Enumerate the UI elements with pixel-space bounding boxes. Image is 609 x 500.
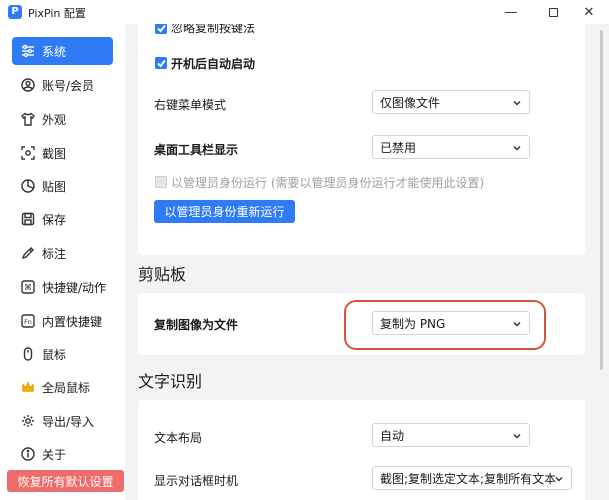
- restart-as-admin-button[interactable]: 以管理员身份重新运行: [154, 200, 295, 223]
- checkmark-icon: [156, 24, 166, 32]
- show-dialog-label: 显示对话框时机: [154, 474, 239, 488]
- sidebar-item-mouse[interactable]: 鼠标: [12, 340, 113, 368]
- sliders-icon: [20, 43, 36, 59]
- sidebar-item-appearance[interactable]: 外观: [12, 105, 113, 133]
- window-title: PixPin 配置: [28, 7, 86, 20]
- ignore-copy-key-checkbox[interactable]: [155, 24, 167, 34]
- ocr-card: 文本布局 自动 显示对话框时机 截图;复制选定文本;复制所有文本: [138, 400, 585, 500]
- crown-icon: [20, 379, 36, 395]
- system-settings-card: 忽略复制按键法 开机后自动启动 右键菜单模式 仅图像文件 桌面工具栏显示 已禁用…: [138, 24, 585, 255]
- shirt-icon: [20, 111, 36, 127]
- text-layout-select[interactable]: 自动: [372, 423, 530, 447]
- sidebar-item-builtin-hotkeys[interactable]: Fn 内置快捷键: [12, 307, 113, 335]
- desktop-toolbar-label: 桌面工具栏显示: [154, 143, 239, 157]
- autostart-label: 开机后自动启动: [171, 57, 256, 71]
- sidebar-item-label: 外观: [42, 112, 67, 127]
- settings-window: P PixPin 配置 — ✕ 系统 账号/会员 外观 截图 贴图 保存 标注 …: [0, 0, 609, 500]
- close-button[interactable]: ✕: [569, 0, 609, 24]
- sidebar-item-label: 关于: [42, 447, 67, 462]
- title-bar: P PixPin 配置 — ✕: [0, 0, 609, 24]
- show-dialog-select[interactable]: 截图;复制选定文本;复制所有文本: [372, 466, 572, 490]
- gear-export-icon: [20, 413, 36, 429]
- info-icon: [20, 446, 36, 462]
- settings-content: 忽略复制按键法 开机后自动启动 右键菜单模式 仅图像文件 桌面工具栏显示 已禁用…: [125, 24, 609, 500]
- sidebar-item-annotate[interactable]: 标注: [12, 239, 113, 267]
- mouse-icon: [20, 346, 36, 362]
- chevron-down-icon: [511, 430, 523, 442]
- ocr-section-title: 文字识别: [138, 372, 203, 391]
- highlight-annotation: [344, 300, 546, 350]
- context-menu-label: 右键菜单模式: [154, 98, 227, 112]
- sidebar-item-system[interactable]: 系统: [12, 37, 113, 65]
- screenshot-icon: [20, 145, 36, 161]
- desktop-toolbar-value: 已禁用: [380, 140, 417, 155]
- sidebar-item-save[interactable]: 保存: [12, 205, 113, 233]
- sidebar-item-account[interactable]: 账号/会员: [12, 71, 113, 99]
- chevron-down-icon: [511, 97, 523, 109]
- chevron-down-icon: [553, 473, 565, 485]
- svg-text:Fn: Fn: [24, 318, 32, 326]
- pin-image-icon: [20, 178, 36, 194]
- context-menu-select[interactable]: 仅图像文件: [372, 90, 530, 114]
- sidebar-item-export-import[interactable]: 导出/导入: [12, 407, 113, 435]
- sidebar-item-label: 快捷键/动作: [42, 280, 107, 295]
- sidebar-item-label: 导出/导入: [42, 414, 95, 429]
- sidebar-item-label: 账号/会员: [42, 78, 95, 93]
- sidebar-item-label: 鼠标: [42, 347, 67, 362]
- run-as-admin-checkbox: [155, 176, 167, 188]
- text-layout-label: 文本布局: [154, 431, 203, 445]
- copy-image-label: 复制图像为文件: [154, 318, 239, 332]
- maximize-icon: [548, 7, 558, 17]
- save-icon: [20, 211, 36, 227]
- sidebar-item-label: 截图: [42, 146, 67, 161]
- sidebar-item-label: 系统: [42, 44, 67, 59]
- content-scrollbar[interactable]: [600, 30, 603, 370]
- sidebar-item-screenshot[interactable]: 截图: [12, 139, 113, 167]
- context-menu-value: 仅图像文件: [380, 95, 441, 110]
- text-layout-value: 自动: [380, 428, 405, 443]
- maximize-button[interactable]: [533, 0, 573, 24]
- sidebar-item-label: 内置快捷键: [42, 314, 103, 329]
- reset-defaults-button[interactable]: 恢复所有默认设置: [7, 470, 124, 492]
- run-as-admin-label: 以管理员身份运行 (需要以管理员身份运行才能使用此设置): [171, 176, 485, 190]
- sidebar-item-label: 标注: [42, 246, 67, 261]
- checkmark-icon: [156, 59, 166, 67]
- autostart-checkbox[interactable]: [155, 57, 167, 69]
- ignore-copy-key-label: 忽略复制按键法: [171, 24, 256, 35]
- sidebar-item-label: 保存: [42, 212, 67, 227]
- sidebar: 系统 账号/会员 外观 截图 贴图 保存 标注 ⌘ 快捷键/动作 Fn 内置快捷…: [0, 24, 125, 500]
- minimize-button[interactable]: —: [491, 0, 531, 24]
- sidebar-item-hotkeys[interactable]: ⌘ 快捷键/动作: [12, 273, 113, 301]
- sidebar-item-about[interactable]: 关于: [12, 440, 113, 468]
- sidebar-item-global-mouse[interactable]: 全局鼠标: [12, 373, 113, 401]
- sidebar-item-label: 贴图: [42, 179, 67, 194]
- sidebar-item-label: 全局鼠标: [42, 380, 91, 395]
- user-circle-icon: [20, 77, 36, 93]
- fn-key-icon: Fn: [20, 313, 36, 329]
- command-key-icon: ⌘: [20, 279, 36, 295]
- svg-text:⌘: ⌘: [24, 283, 32, 292]
- show-dialog-value: 截图;复制选定文本;复制所有文本: [380, 471, 557, 486]
- sidebar-item-pin[interactable]: 贴图: [12, 172, 113, 200]
- chevron-down-icon: [511, 142, 523, 154]
- annotate-icon: [20, 245, 36, 261]
- clipboard-section-title: 剪贴板: [138, 265, 187, 284]
- pixpin-logo-icon: P: [8, 5, 22, 19]
- desktop-toolbar-select[interactable]: 已禁用: [372, 135, 530, 159]
